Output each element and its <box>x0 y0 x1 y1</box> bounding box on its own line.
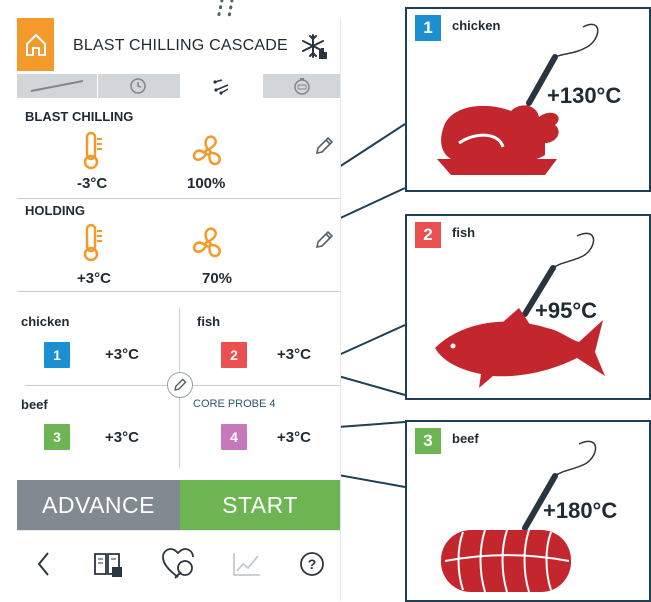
callout-chicken: 1 chicken +130°C <box>405 7 651 192</box>
probe-4-temp: +3°C <box>277 429 311 446</box>
chart-icon <box>233 553 260 576</box>
callout-beef: 3 beef +180°C <box>405 420 651 602</box>
snowflake-button[interactable] <box>295 28 335 66</box>
probe-4-badge[interactable]: 4 <box>221 424 247 450</box>
probe-2-temp: +3°C <box>277 346 311 363</box>
chart-button[interactable] <box>222 541 272 587</box>
clock-icon <box>130 78 146 94</box>
divider <box>17 198 340 199</box>
beef-probe-illustration <box>441 440 597 593</box>
probe-3-label: beef <box>21 397 48 412</box>
probe-3-badge[interactable]: 3 <box>44 424 70 450</box>
edit-pencil-icon[interactable] <box>314 136 334 161</box>
tab-probe[interactable] <box>17 74 97 98</box>
probe-edit-button[interactable] <box>167 372 193 398</box>
probe-1-badge[interactable]: 1 <box>44 342 70 368</box>
start-button[interactable]: START <box>180 480 340 530</box>
probe-4-label: CORE PROBE 4 <box>193 398 276 410</box>
device-panel: BLAST CHILLING CASCADE BLAST CHILLING -3… <box>17 18 341 602</box>
chicken-probe-illustration <box>437 23 599 175</box>
back-chevron-icon <box>37 552 49 576</box>
tab-multi-probe[interactable] <box>180 74 263 98</box>
probe-multi-icon <box>212 79 228 95</box>
tab-timer[interactable] <box>263 74 340 98</box>
header: BLAST CHILLING CASCADE <box>17 18 340 71</box>
callout-fish: 2 fish +95°C <box>405 214 651 400</box>
page-title: BLAST CHILLING CASCADE <box>73 37 288 54</box>
favorite-recipe-icon <box>162 548 194 579</box>
probe-1-label: chicken <box>21 314 70 329</box>
divider <box>17 291 340 292</box>
back-button[interactable] <box>19 541 69 587</box>
thermometer-icon <box>81 131 105 176</box>
edit-pencil-icon[interactable] <box>314 230 334 255</box>
recipe-book-icon <box>94 553 122 577</box>
blast-chilling-label: BLAST CHILLING <box>25 109 134 124</box>
probe-3-temp: +3°C <box>105 429 139 446</box>
probe-2-badge[interactable]: 2 <box>221 342 247 368</box>
favorite-recipe-button[interactable] <box>154 541 204 587</box>
tab-clock[interactable] <box>97 74 178 98</box>
timer-icon <box>293 78 310 95</box>
probe-1-temp: +3°C <box>105 346 139 363</box>
blast-chilling-temperature: -3°C <box>77 175 108 192</box>
snowflake-hand-icon <box>302 34 327 59</box>
blast-chilling-fan: 100% <box>187 175 226 192</box>
holding-fan: 70% <box>202 270 233 287</box>
probe-icon <box>30 80 84 92</box>
fish-probe-illustration <box>435 232 605 388</box>
thermometer-icon <box>81 223 105 268</box>
fan-icon <box>187 223 229 270</box>
help-icon: ? <box>300 552 324 576</box>
svg-text:?: ? <box>308 556 317 572</box>
tab-bar <box>17 74 340 98</box>
bottom-toolbar: ? <box>17 530 340 602</box>
holding-label: HOLDING <box>25 203 85 218</box>
fan-icon <box>187 131 229 178</box>
edit-pencil-icon <box>174 378 187 391</box>
holding-temperature: +3°C <box>77 270 111 287</box>
home-icon <box>25 33 46 56</box>
help-button[interactable]: ? <box>287 541 337 587</box>
probe-2-label: fish <box>197 314 221 329</box>
home-button[interactable] <box>17 18 54 71</box>
recipe-book-button[interactable] <box>83 541 133 587</box>
advance-button[interactable]: ADVANCE <box>17 480 180 530</box>
